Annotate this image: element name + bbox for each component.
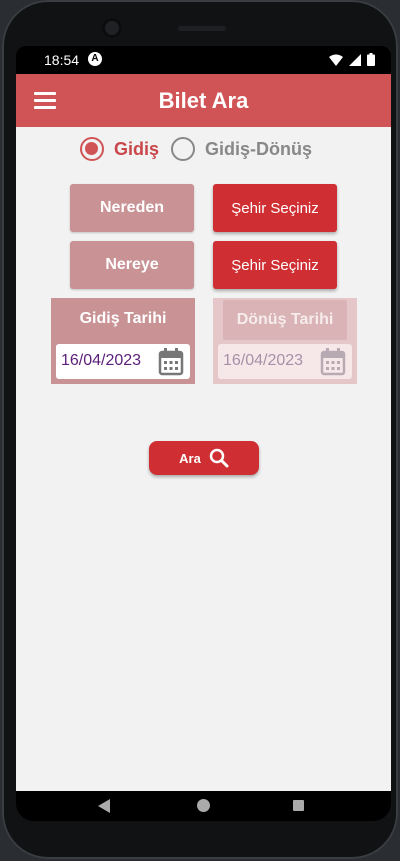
from-city-button[interactable]: Şehir Seçiniz [213, 184, 337, 232]
from-label: Nereden [70, 184, 194, 232]
app-notification-icon: A [88, 52, 102, 66]
recent-apps-icon[interactable] [293, 800, 304, 811]
page-title: Bilet Ara [158, 88, 249, 113]
search-button-label: Ara [179, 450, 201, 466]
app-bar: Bilet Ara [16, 74, 391, 127]
front-camera [102, 18, 122, 38]
round-trip-label[interactable]: Gidiş-Dönüş [205, 139, 312, 160]
home-icon[interactable] [197, 799, 210, 812]
earpiece-speaker [178, 26, 226, 31]
system-nav-bar [16, 791, 391, 821]
calendar-icon[interactable] [158, 348, 184, 376]
back-icon[interactable] [98, 799, 112, 813]
status-bar: 18:54 A [16, 46, 391, 74]
round-trip-radio[interactable] [171, 137, 196, 161]
one-way-label[interactable]: Gidiş [114, 139, 159, 160]
signal-icon [349, 53, 361, 66]
screen: 18:54 A Bilet Ara Gidiş Gidiş-Dönüş Nere… [16, 46, 391, 821]
to-city-button[interactable]: Şehir Seçiniz [213, 241, 337, 289]
departure-date-field[interactable]: 16/04/2023 [56, 344, 190, 379]
trip-type-selector: Gidiş Gidiş-Dönüş [80, 137, 324, 161]
status-time: 18:54 [44, 52, 80, 68]
return-date-field: 16/04/2023 [218, 344, 352, 379]
search-icon [209, 448, 229, 468]
departure-date-value: 16/04/2023 [61, 352, 142, 369]
to-label: Nereye [70, 241, 194, 289]
return-date-value: 16/04/2023 [223, 352, 304, 369]
status-icons [329, 53, 375, 66]
search-button[interactable]: Ara [149, 441, 259, 475]
one-way-radio[interactable] [80, 137, 104, 161]
return-date-panel: Dönüş Tarihi 16/04/2023 [213, 298, 357, 384]
battery-icon [367, 53, 375, 66]
departure-date-panel: Gidiş Tarihi 16/04/2023 [51, 298, 195, 384]
calendar-icon [320, 348, 346, 376]
departure-date-label: Gidiş Tarihi [79, 310, 167, 327]
wifi-icon [329, 54, 343, 66]
search-form: Gidiş Gidiş-Dönüş Nereden Şehir Seçiniz … [16, 127, 391, 791]
return-date-label: Dönüş Tarihi [223, 300, 347, 340]
phone-frame: 18:54 A Bilet Ara Gidiş Gidiş-Dönüş Nere… [2, 0, 398, 859]
